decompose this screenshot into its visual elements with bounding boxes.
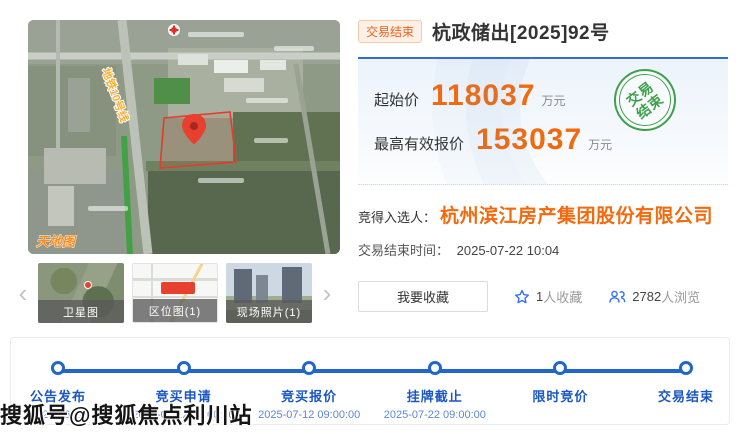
thumbnail-caption: 卫星图 [38, 300, 124, 323]
thumbnail-pin-dot [84, 281, 92, 289]
thumbnail-site-photo[interactable]: 现场照片(1) [226, 263, 312, 323]
listing-detail-panel: 交易结束 杭政储出[2025]92号 起始价 118037 万元 最高有效报价 … [358, 14, 728, 312]
timeline-node [177, 361, 191, 375]
timeline-step-transaction-end: 交易结束 [616, 386, 740, 421]
end-time-row: 交易结束时间： 2025-07-22 10:04 [358, 240, 728, 259]
highest-bid-unit: 万元 [588, 136, 612, 153]
star-icon [514, 289, 530, 305]
winner-name: 杭州滨江房产集团股份有限公司 [440, 201, 713, 228]
land-auction-page: 地铁10号线 天地图 ‹ 卫星图 区位图(1) 现场照片(1) › [0, 0, 740, 434]
end-time-label: 交易结束时间： [358, 243, 449, 258]
listing-header: 交易结束 杭政储出[2025]92号 [358, 18, 728, 45]
timeline-node [302, 361, 316, 375]
timeline-node [51, 361, 65, 375]
gallery-next-icon[interactable]: › [316, 263, 338, 323]
image-gallery: ‹ 卫星图 区位图(1) 现场照片(1) › [12, 262, 348, 324]
end-time-value: 2025-07-22 10:04 [457, 243, 560, 258]
auction-timeline: 公告发布 2025-06-20 竞买申请 2025-07-12 09:00:00… [10, 337, 730, 425]
page-title: 杭政储出[2025]92号 [432, 18, 610, 45]
timeline-step-timed-auction: 限时竞价 [490, 386, 630, 421]
timeline-step-announcement: 公告发布 2025-06-20 [0, 386, 128, 421]
timeline-node [553, 361, 567, 375]
timeline-node [428, 361, 442, 375]
winner-label: 竞得入选人： [358, 207, 436, 226]
view-count: 2782人浏览 [608, 287, 700, 306]
gallery-prev-icon[interactable]: ‹ [12, 263, 34, 323]
thumbnail-location-map[interactable]: 区位图(1) [132, 263, 218, 323]
price-card: 起始价 118037 万元 最高有效报价 153037 万元 交易 结束 [358, 57, 728, 185]
status-badge: 交易结束 [358, 20, 422, 43]
timeline-node [679, 361, 693, 375]
timeline-step-bidding: 竞买报价 2025-07-12 09:00:00 [239, 386, 379, 421]
actions-row: 我要收藏 1人收藏 2782人浏览 [358, 281, 728, 312]
thumbnail-caption: 现场照片(1) [226, 300, 312, 323]
start-price-unit: 万元 [541, 92, 565, 109]
users-icon [608, 289, 626, 304]
favorite-count[interactable]: 1人收藏 [514, 287, 582, 306]
timeline-track: 公告发布 2025-06-20 竞买申请 2025-07-12 09:00:00… [58, 369, 686, 373]
satellite-map-image: 地铁10号线 天地图 [28, 20, 340, 254]
highest-bid-label: 最高有效报价 [374, 133, 464, 154]
winner-row: 竞得入选人： 杭州滨江房产集团股份有限公司 [358, 201, 728, 228]
timeline-step-listing-deadline: 挂牌截止 2025-07-22 09:00:00 [365, 386, 505, 421]
thumbnail-parcel-marker [161, 282, 195, 294]
start-price-value: 118037 [431, 81, 535, 111]
highest-bid-row: 最高有效报价 153037 万元 [374, 125, 712, 155]
map-provider-logo: 天地图 [36, 234, 77, 249]
hospital-icon [168, 24, 180, 36]
timeline-step-bid-application: 竞买申请 2025-07-12 09:00:00 [114, 386, 254, 421]
start-price-label: 起始价 [374, 89, 419, 110]
thumbnail-caption: 区位图(1) [133, 299, 217, 322]
satellite-map[interactable]: 地铁10号线 天地图 [28, 20, 340, 254]
thumbnail-satellite[interactable]: 卫星图 [38, 263, 124, 323]
favorite-button[interactable]: 我要收藏 [358, 281, 488, 312]
highest-bid-value: 153037 [476, 125, 582, 155]
